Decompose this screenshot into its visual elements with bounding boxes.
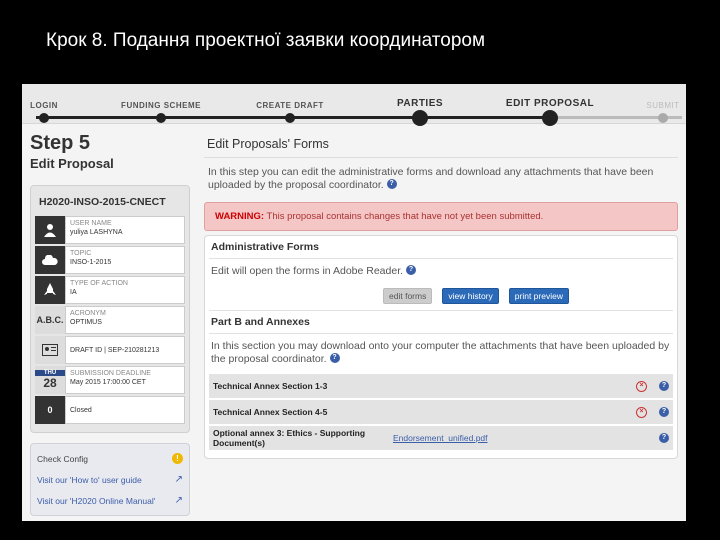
external-link-icon: ↗ [174,495,183,506]
step-dot-icon [39,113,49,123]
info-text: USER NAME yuliya LASHYNA [65,216,185,244]
view-history-button[interactable]: view history [442,288,499,304]
slide-title: Крок 8. Подання проектної заявки координ… [46,30,486,51]
sidebar: Step 5 Edit Proposal H2020-INSO-2015-CNE… [30,132,190,516]
delete-icon[interactable]: × [636,406,647,418]
admin-forms-card: Administrative Forms Edit will open the … [204,235,678,459]
info-text: TOPIC INSO-1-2015 [65,246,185,274]
id-card-icon [35,336,65,364]
calendar-icon: THU 28 [35,366,65,394]
info-value: Closed [70,406,92,414]
admin-forms-text: Edit will open the forms in Adobe Reader… [209,259,673,284]
help-icon[interactable]: ? [659,433,669,443]
help-icon[interactable]: ? [329,353,340,363]
intro-text: In this step you can edit the administra… [204,158,678,198]
help-icon[interactable]: ? [659,381,669,391]
config-panel: Check Config ! Visit our 'How to' user g… [30,443,190,516]
check-config-label: Check Config [37,453,89,464]
info-key: USER NAME [70,220,112,227]
info-key: ACRONYM [70,310,106,317]
warning-label: WARNING: [215,211,265,222]
info-key: SUBMISSION DEADLINE [70,370,151,377]
calendar-date: 28 [43,376,57,390]
edit-forms-button[interactable]: edit forms [383,288,433,304]
info-row-acronym: A.B.C. ACRONYM OPTIMUS [35,306,185,334]
info-row-action-type: TYPE OF ACTION IA [35,276,185,304]
call-identifier: H2020-INSO-2015-CNECT [39,196,166,208]
info-value: DRAFT ID | SEP-210281213 [70,346,160,354]
step-dot-icon [412,110,428,126]
info-key: TYPE OF ACTION [70,280,128,287]
rocket-icon [35,276,65,304]
info-text: DRAFT ID | SEP-210281213 [65,336,185,364]
annex-row: Optional annex 3: Ethics - Supporting Do… [209,426,673,450]
info-value: IA [70,289,77,296]
wizard-step-label: EDIT PROPOSAL [505,98,595,109]
portal-screenshot: LOGIN FUNDING SCHEME CREATE DRAFT PARTIE… [22,84,686,521]
annex-name: Technical Annex Section 1-3 [213,381,328,391]
admin-forms-heading: Administrative Forms [209,236,673,259]
wizard-step-label: PARTIES [396,98,444,109]
info-value: yuliya LASHYNA [70,229,123,236]
info-value: May 2015 17:00:00 CET [70,379,146,386]
part-b-heading: Part B and Annexes [209,310,673,334]
print-preview-button[interactable]: print preview [508,288,569,304]
wizard-step-label: SUBMIT [646,101,680,110]
external-link-icon: ↗ [174,474,183,485]
help-icon[interactable]: ? [659,407,669,417]
info-text: Closed [65,396,185,424]
annex-row: Technical Annex Section 1-3 × ? [209,374,673,398]
info-row-deadline: THU 28 SUBMISSION DEADLINE May 2015 17:0… [35,366,185,394]
delete-icon[interactable]: × [636,380,647,392]
step-title: Step 5 [30,132,91,154]
step-dot-icon [658,113,668,123]
status-icon: 0 [35,396,65,424]
online-manual-link[interactable]: Visit our 'H2020 Online Manual' ↗ [37,490,183,511]
step-subtitle: Edit Proposal [30,156,114,171]
warning-banner: WARNING: This proposal contains changes … [204,202,678,231]
info-text: ACRONYM OPTIMUS [65,306,185,334]
annex-file-link[interactable]: Endorsement_unified.pdf [393,433,636,443]
intro-paragraph: In this step you can edit the administra… [208,166,654,191]
annex-row: Technical Annex Section 4-5 × ? [209,400,673,424]
warning-text: This proposal contains changes that have… [264,211,544,222]
page-title: Edit Proposals' Forms [204,132,678,158]
wizard-step-label: CREATE DRAFT [256,101,324,110]
info-row-draft-id: DRAFT ID | SEP-210281213 [35,336,185,364]
wizard-progress: LOGIN FUNDING SCHEME CREATE DRAFT PARTIE… [22,84,686,126]
online-manual-label: Visit our 'H2020 Online Manual' [37,495,156,506]
help-icon[interactable]: ? [405,265,416,275]
proposal-info-panel: H2020-INSO-2015-CNECT USER NAME yuliya L… [30,185,190,433]
admin-forms-buttons: edit forms view history print preview [209,284,673,310]
cloud-icon [35,246,65,274]
admin-forms-description: Edit will open the forms in Adobe Reader… [211,265,404,277]
info-value: OPTIMUS [70,319,102,326]
user-icon [35,216,65,244]
check-config-link[interactable]: Check Config ! [37,448,183,469]
warning-icon: ! [172,453,183,464]
step-dot-icon [285,113,295,123]
howto-guide-link[interactable]: Visit our 'How to' user guide ↗ [37,469,183,490]
help-icon[interactable]: ? [386,179,397,189]
step-dot-icon [542,110,558,126]
wizard-step-label: FUNDING SCHEME [121,101,201,110]
step-dot-icon [156,113,166,123]
info-row-user: USER NAME yuliya LASHYNA [35,216,185,244]
part-b-description: In this section you may download onto yo… [211,340,670,365]
info-row-topic: TOPIC INSO-1-2015 [35,246,185,274]
abc-icon: A.B.C. [35,306,65,334]
main-panel: Edit Proposals' Forms In this step you c… [204,132,678,459]
info-text: TYPE OF ACTION IA [65,276,185,304]
info-value: INSO-1-2015 [70,259,112,266]
annex-name: Technical Annex Section 4-5 [213,407,328,417]
wizard-step-label: LOGIN [30,101,58,110]
info-key: TOPIC [70,250,92,257]
info-text: SUBMISSION DEADLINE May 2015 17:00:00 CE… [65,366,185,394]
annex-name: Optional annex 3: Ethics - Supporting Do… [213,428,366,448]
info-row-status: 0 Closed [35,396,185,424]
part-b-text: In this section you may download onto yo… [209,334,673,372]
howto-guide-label: Visit our 'How to' user guide [37,474,142,485]
